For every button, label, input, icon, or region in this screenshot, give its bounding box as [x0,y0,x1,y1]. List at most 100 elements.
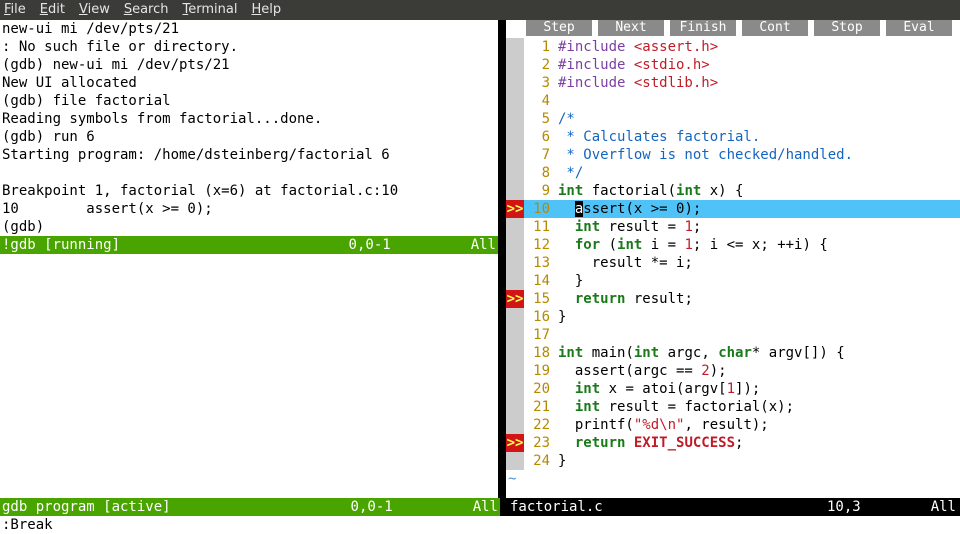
gdb-output-pane[interactable]: new-ui mi /dev/pts/21: No such file or d… [0,20,498,236]
line-number: 22 [524,416,556,434]
sign-column[interactable] [506,362,524,380]
debug-next-button[interactable]: Next [598,20,664,36]
sign-column[interactable] [506,308,524,326]
code-line[interactable]: 6 * Calculates factorial. [506,128,960,146]
code-text: return result; [556,290,960,308]
sign-column[interactable] [506,128,524,146]
code-line[interactable]: 8 */ [506,164,960,182]
sign-column[interactable] [506,344,524,362]
code-text: * Overflow is not checked/handled. [556,146,960,164]
code-line[interactable]: >>15 return result; [506,290,960,308]
breakpoint-marker[interactable]: >> [506,290,524,308]
line-number: 3 [524,74,556,92]
debug-cont-button[interactable]: Cont [742,20,808,36]
sign-column[interactable] [506,92,524,110]
sign-column[interactable] [506,164,524,182]
code-text: } [556,452,960,470]
debug-stop-button[interactable]: Stop [814,20,880,36]
code-text: for (int i = 1; i <= x; ++i) { [556,236,960,254]
line-number: 7 [524,146,556,164]
gdb-line: (gdb) file factorial [0,92,498,110]
code-line[interactable]: 22 printf("%d\n", result); [506,416,960,434]
gdb-program-pane[interactable] [0,254,498,498]
code-line[interactable]: 14 } [506,272,960,290]
code-text: int result = 1; [556,218,960,236]
sign-column[interactable] [506,110,524,128]
status-pos: 0,0-1 [349,237,391,253]
code-text: * Calculates factorial. [556,128,960,146]
status-gdb-program: gdb program [active] 0,0-1All [0,498,500,516]
code-text: int result = factorial(x); [556,398,960,416]
menu-file[interactable]: File [4,2,26,17]
gdb-line: Breakpoint 1, factorial (x=6) at factori… [0,182,498,200]
menu-edit[interactable]: Edit [40,2,65,17]
line-number: 21 [524,398,556,416]
code-line[interactable]: 20 int x = atoi(argv[1]); [506,380,960,398]
line-number: 5 [524,110,556,128]
sign-column[interactable] [506,398,524,416]
code-line[interactable]: 2#include <stdio.h> [506,56,960,74]
debug-finish-button[interactable]: Finish [670,20,736,36]
code-line[interactable]: 18int main(int argc, char* argv[]) { [506,344,960,362]
code-line[interactable]: 19 assert(argc == 2); [506,362,960,380]
line-number: 10 [524,200,556,218]
line-number: 14 [524,272,556,290]
sign-column[interactable] [506,56,524,74]
code-line[interactable]: 12 for (int i = 1; i <= x; ++i) { [506,236,960,254]
status-pct: All [471,237,496,253]
code-line[interactable]: 1#include <assert.h> [506,38,960,56]
code-line[interactable]: 3#include <stdlib.h> [506,74,960,92]
debug-eval-button[interactable]: Eval [886,20,952,36]
code-line[interactable]: 21 int result = factorial(x); [506,398,960,416]
sign-column[interactable] [506,182,524,200]
sign-column[interactable] [506,254,524,272]
code-line[interactable]: >>10 assert(x >= 0); [506,200,960,218]
code-line[interactable]: 24} [506,452,960,470]
sign-column[interactable] [506,146,524,164]
code-text: } [556,272,960,290]
sign-column[interactable] [506,416,524,434]
code-pane[interactable]: 1#include <assert.h>2#include <stdio.h>3… [506,38,960,498]
sign-column[interactable] [506,38,524,56]
sign-column[interactable] [506,326,524,344]
gdb-line: (gdb) run 6 [0,128,498,146]
line-number: 18 [524,344,556,362]
code-line[interactable]: 13 result *= i; [506,254,960,272]
sign-column[interactable] [506,272,524,290]
code-line[interactable]: 9int factorial(int x) { [506,182,960,200]
breakpoint-marker[interactable]: >> [506,200,524,218]
gdb-line: 10 assert(x >= 0); [0,200,498,218]
code-line[interactable]: 5/* [506,110,960,128]
code-line[interactable]: 17 [506,326,960,344]
code-line[interactable]: 11 int result = 1; [506,218,960,236]
code-line[interactable]: 16} [506,308,960,326]
line-number: 13 [524,254,556,272]
code-line[interactable]: 4 [506,92,960,110]
code-line[interactable]: >>23 return EXIT_SUCCESS; [506,434,960,452]
line-number: 12 [524,236,556,254]
breakpoint-marker[interactable]: >> [506,434,524,452]
sign-column[interactable] [506,236,524,254]
code-text: } [556,308,960,326]
sign-column[interactable] [506,74,524,92]
menu-terminal[interactable]: Terminal [183,2,238,17]
code-text: assert(argc == 2); [556,362,960,380]
code-line[interactable]: 7 * Overflow is not checked/handled. [506,146,960,164]
sign-column[interactable] [506,452,524,470]
debug-step-button[interactable]: Step [526,20,592,36]
line-number: 20 [524,380,556,398]
menu-search[interactable]: Search [124,2,169,17]
status-left: !gdb [running] [2,236,120,254]
line-number: 17 [524,326,556,344]
menubar[interactable]: File Edit View Search Terminal Help [0,0,960,20]
sign-column[interactable] [506,380,524,398]
line-number: 2 [524,56,556,74]
code-text [556,92,960,110]
menu-help[interactable]: Help [251,2,281,17]
line-number: 6 [524,128,556,146]
code-text: assert(x >= 0); [556,200,960,218]
code-text: int factorial(int x) { [556,182,960,200]
menu-view[interactable]: View [79,2,110,17]
sign-column[interactable] [506,218,524,236]
status-source-file: factorial.c 10,3All [506,498,960,516]
